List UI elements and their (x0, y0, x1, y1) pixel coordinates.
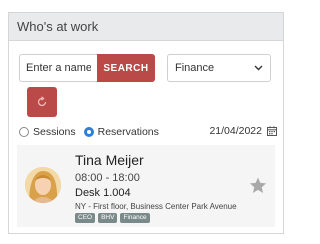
reservation-card[interactable]: Tina Meijer 08:00 - 18:00 Desk 1.004 NY … (17, 145, 275, 227)
reservation-time: 08:00 - 18:00 (75, 172, 140, 184)
tag-badge: Finance (120, 213, 150, 223)
widget-title: Who's at work (17, 19, 99, 34)
desk-location: NY - First floor, Business Center Park A… (75, 202, 237, 211)
desk-name: Desk 1.004 (75, 187, 131, 199)
refresh-button[interactable] (27, 87, 57, 117)
widget-header: Who's at work (9, 13, 283, 41)
radio-reservations-label[interactable]: Reservations (98, 126, 159, 138)
calendar-icon[interactable] (267, 126, 277, 136)
avatar (25, 167, 61, 203)
radio-sessions-label[interactable]: Sessions (33, 126, 76, 138)
department-select[interactable]: Finance (167, 54, 271, 82)
search-bar: SEARCH (19, 54, 155, 82)
chevron-down-icon (254, 65, 263, 71)
department-select-value: Finance (175, 62, 215, 74)
whos-at-work-widget: Who's at work SEARCH Finance Sessions Re… (8, 12, 284, 234)
person-name: Tina Meijer (75, 152, 144, 168)
favorite-button[interactable] (249, 177, 267, 199)
date-picker[interactable]: 21/04/2022 (209, 125, 277, 137)
date-value: 21/04/2022 (209, 125, 262, 137)
star-icon[interactable] (249, 177, 267, 194)
search-input[interactable] (19, 54, 97, 82)
tag-badge: BHV (98, 213, 118, 223)
refresh-icon (37, 96, 47, 107)
tag-list: CEO BHV Finance (75, 213, 150, 223)
tag-badge: CEO (75, 213, 96, 223)
radio-sessions[interactable] (19, 127, 29, 137)
search-button[interactable]: SEARCH (97, 54, 155, 82)
radio-reservations[interactable] (83, 127, 94, 137)
view-toggle: Sessions Reservations 21/04/2022 (19, 125, 281, 139)
